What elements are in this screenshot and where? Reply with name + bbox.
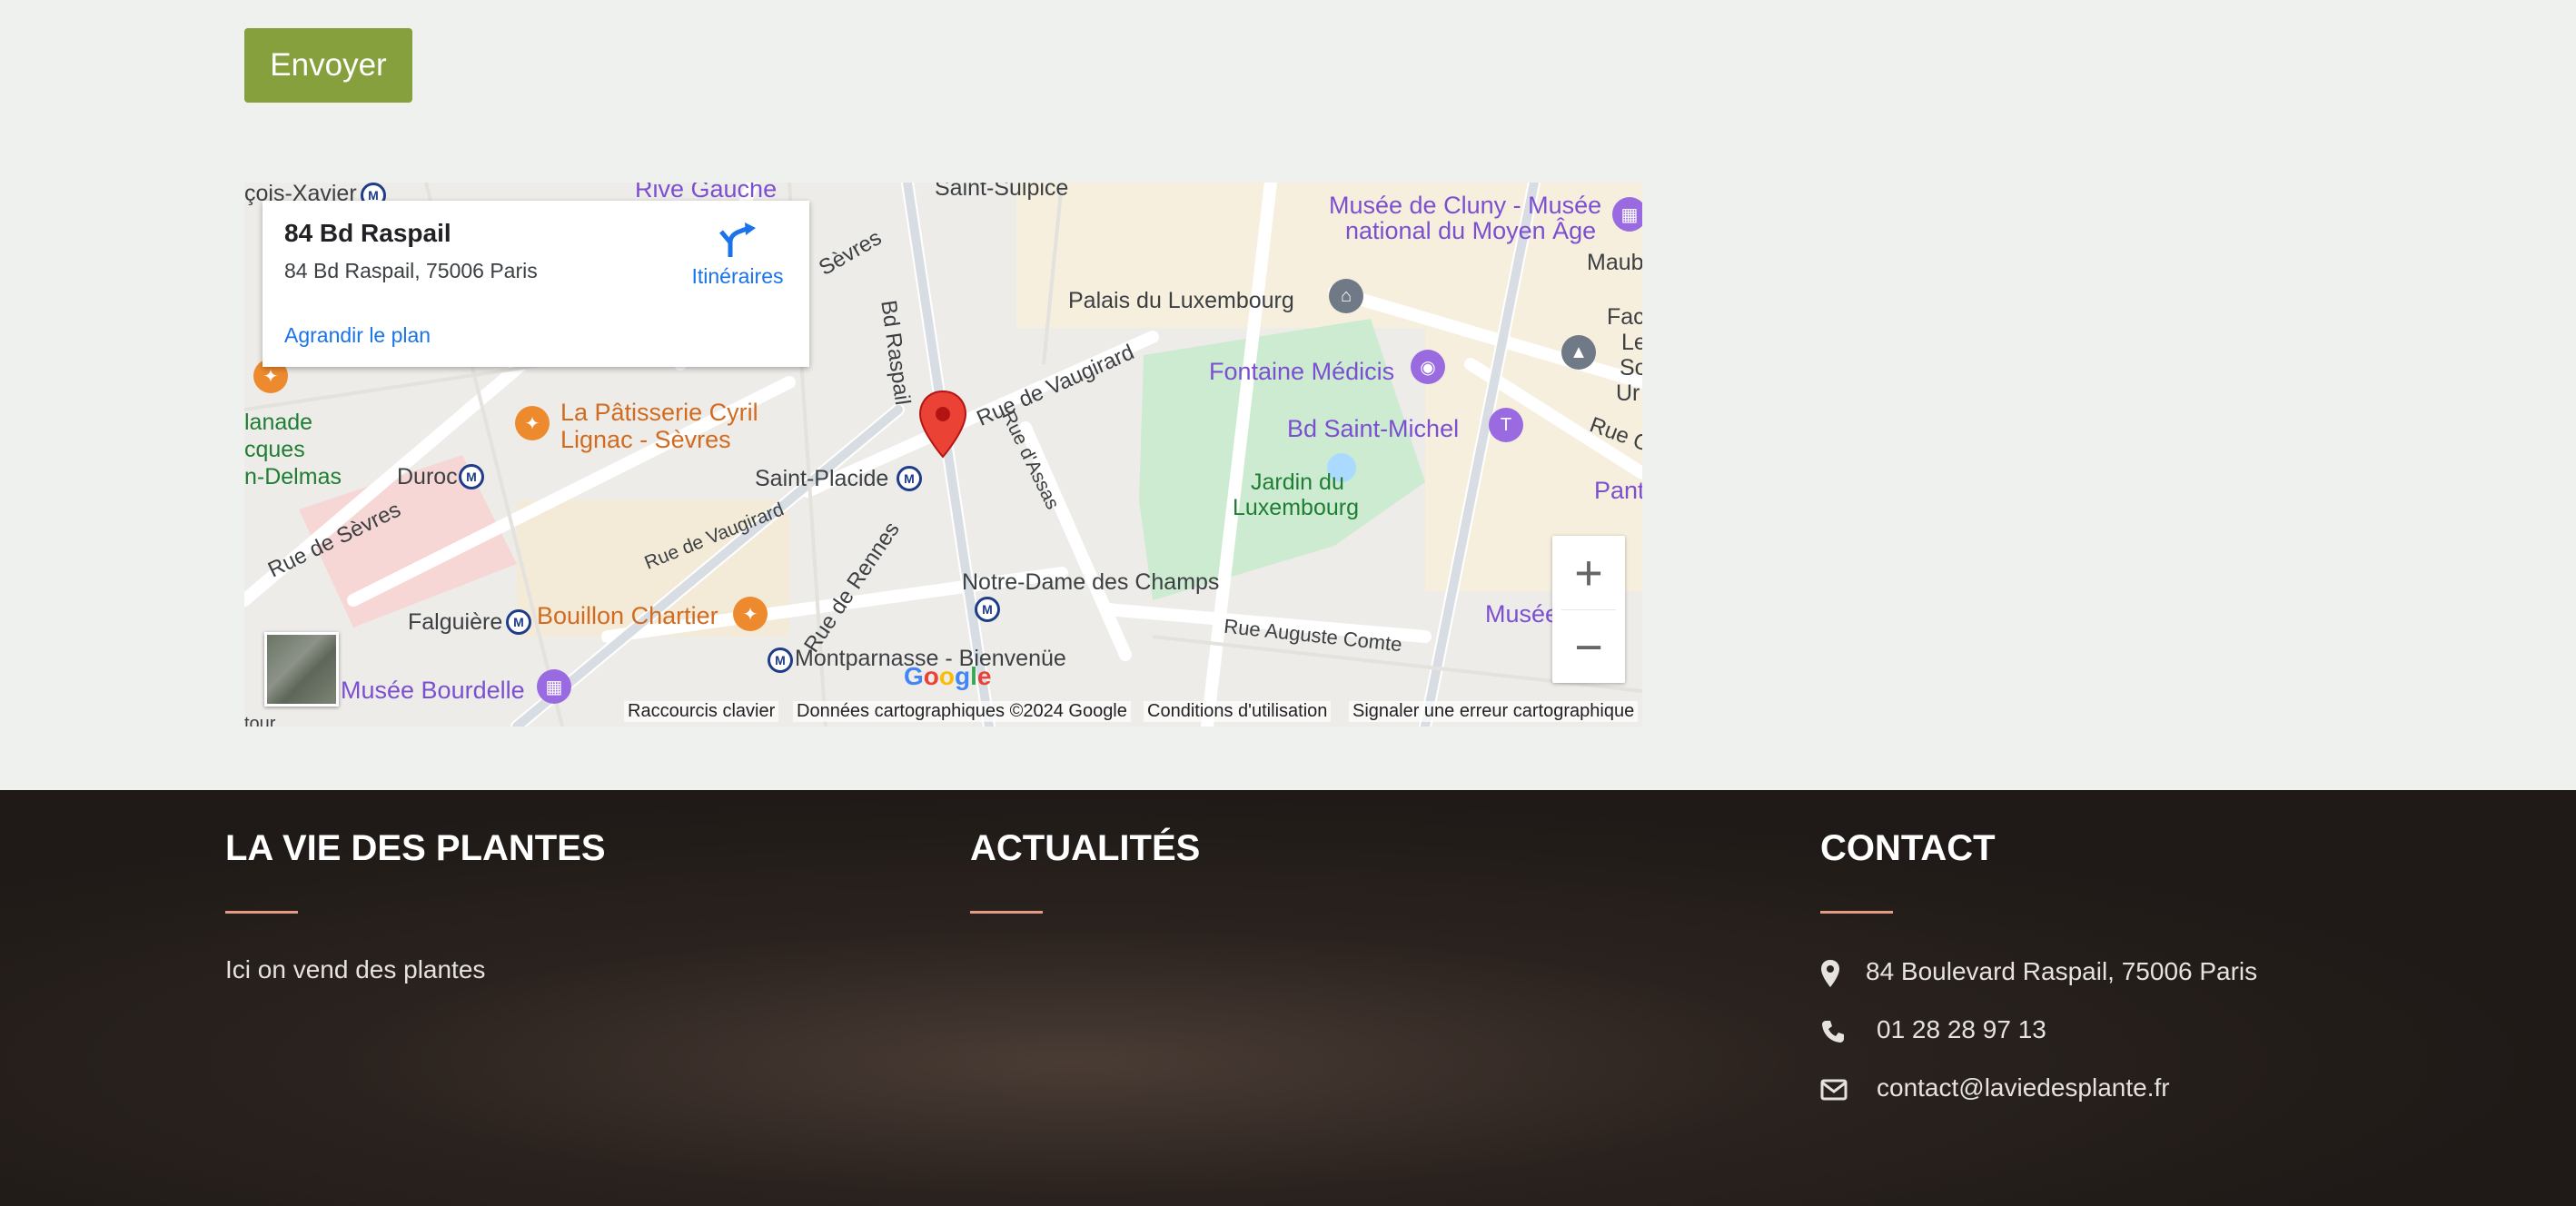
place-patisserie-2: Lignac - Sèvres: [560, 426, 731, 453]
transit-icon: T: [1489, 408, 1523, 442]
place-esplanade-1: lanade: [244, 410, 313, 435]
place-fac-3: So: [1620, 355, 1642, 381]
place-esplanade-3: n-Delmas: [244, 464, 342, 489]
zoom-controls: + −: [1552, 536, 1625, 683]
terms-link[interactable]: Conditions d'utilisation: [1144, 701, 1332, 722]
restaurant-icon: ✦: [733, 597, 768, 631]
location-pin-icon: [1821, 960, 1839, 987]
satellite-toggle[interactable]: [264, 632, 339, 707]
metro-icon: M: [975, 597, 1000, 622]
place-patisserie-1: La Pâtisserie Cyril: [560, 399, 758, 426]
metro-icon: M: [459, 464, 484, 489]
map-pin-icon[interactable]: [917, 390, 968, 459]
title-underline: [1820, 911, 1893, 914]
restaurant-icon: ✦: [515, 406, 550, 440]
place-falguiere: Falguière: [408, 609, 503, 635]
about-text: Ici on vend des plantes: [225, 955, 486, 984]
directions-button[interactable]: Itinéraires: [679, 222, 797, 289]
place-info-card: 84 Bd Raspail 84 Bd Raspail, 75006 Paris…: [263, 201, 809, 367]
metro-icon: M: [897, 466, 922, 491]
place-musee-right: Musée: [1485, 600, 1560, 628]
place-fontaine-medicis: Fontaine Médicis: [1209, 358, 1395, 385]
place-bd-saint-michel: Bd Saint-Michel: [1287, 415, 1460, 442]
directions-icon: [719, 222, 756, 257]
place-maub: Maub: [1587, 250, 1642, 275]
place-jardin-1: Jardin du: [1251, 470, 1344, 495]
zoom-in-button[interactable]: +: [1552, 536, 1625, 609]
place-saint-sulpice: Saint-Sulpice: [935, 183, 1069, 201]
footer-title-about: LA VIE DES PLANTES: [225, 828, 606, 868]
place-bouillon-chartier: Bouillon Chartier: [537, 602, 718, 629]
report-error-link[interactable]: Signaler une erreur cartographique: [1349, 701, 1639, 722]
map-attribution: Raccourcis clavier Données cartographiqu…: [244, 697, 1642, 727]
place-pantheon: Pant: [1594, 477, 1642, 504]
place-title: 84 Bd Raspail: [284, 219, 451, 247]
place-esplanade-2: cques: [244, 437, 305, 462]
place-jardin-2: Luxembourg: [1233, 495, 1359, 520]
place-fac-1: Fac: [1607, 304, 1642, 330]
footer: LA VIE DES PLANTES Ici on vend des plant…: [0, 790, 2576, 1206]
place-fac-2: Le: [1621, 330, 1642, 355]
zoom-out-button[interactable]: −: [1552, 610, 1625, 684]
place-address: 84 Bd Raspail, 75006 Paris: [284, 259, 538, 282]
place-fac-4: Ur: [1616, 381, 1640, 406]
send-button[interactable]: Envoyer: [244, 28, 412, 103]
contact-phone[interactable]: 01 28 28 97 13: [1877, 1015, 2046, 1044]
place-duroc: Duroc: [397, 464, 458, 489]
place-palais-luxembourg: Palais du Luxembourg: [1068, 288, 1294, 313]
place-saint-placide: Saint-Placide: [755, 466, 889, 491]
directions-label: Itinéraires: [691, 264, 784, 288]
footer-title-news: ACTUALITÉS: [970, 828, 1201, 868]
google-logo: Google: [904, 662, 992, 690]
place-notre-dame-des-champs: Notre-Dame des Champs: [962, 569, 1220, 595]
place-cluny-1: Musée de Cluny - Musée: [1329, 192, 1602, 219]
keyboard-shortcuts-link[interactable]: Raccourcis clavier: [624, 701, 779, 722]
landmark-icon: ⌂: [1329, 279, 1363, 313]
title-underline: [970, 911, 1043, 914]
place-cluny-2: national du Moyen Âge: [1345, 217, 1597, 244]
museum-icon: ▦: [1612, 197, 1642, 232]
metro-icon: M: [506, 609, 531, 635]
email-icon: [1820, 1079, 1848, 1101]
map-data-text: Données cartographiques ©2024 Google: [793, 701, 1131, 722]
metro-icon: M: [768, 647, 793, 673]
title-underline: [225, 911, 298, 914]
footer-title-contact: CONTACT: [1820, 828, 1996, 868]
phone-icon: [1822, 1021, 1844, 1043]
enlarge-map-link[interactable]: Agrandir le plan: [284, 323, 431, 348]
camera-icon: ◉: [1411, 350, 1445, 384]
school-icon: ▲: [1561, 335, 1596, 370]
contact-email[interactable]: contact@laviedesplante.fr: [1877, 1073, 2170, 1102]
contact-address: 84 Boulevard Raspail, 75006 Paris: [1866, 957, 2258, 985]
map-embed[interactable]: çois-Xavier M Rive Gauche Saint-Sulpice …: [244, 183, 1642, 727]
